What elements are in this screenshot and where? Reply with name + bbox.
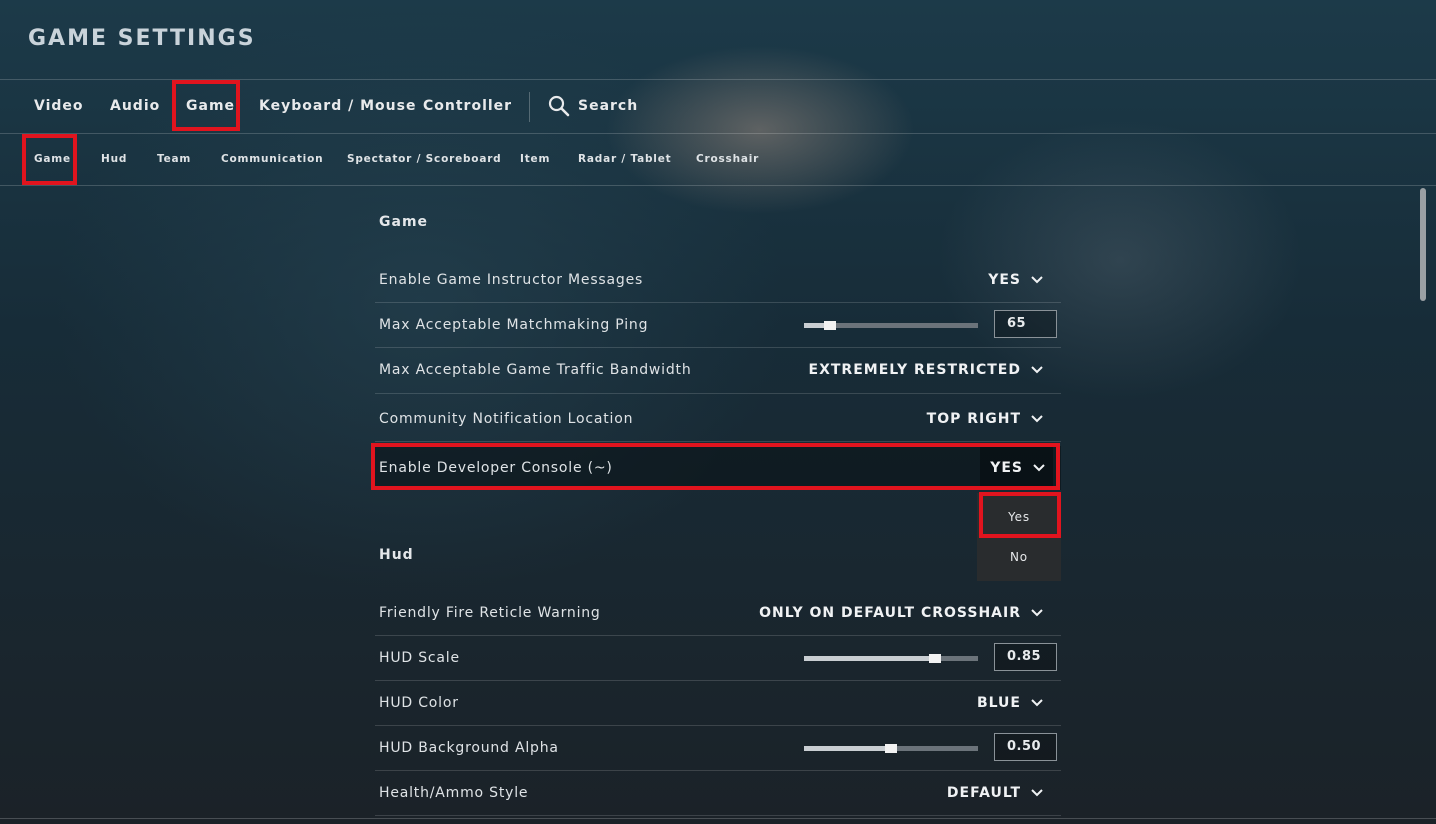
hud-scale-slider[interactable] — [804, 654, 978, 663]
setting-label: Max Acceptable Matchmaking Ping — [379, 317, 649, 333]
dropdown-value: EXTREMELY RESTRICTED — [808, 362, 1021, 378]
tab-audio[interactable]: Audio — [110, 80, 160, 133]
dropdown-value: BLUE — [976, 695, 1021, 711]
scrollbar-thumb[interactable] — [1420, 188, 1426, 301]
setting-row: Friendly Fire Reticle Warning ONLY ON DE… — [375, 591, 1061, 636]
subtab-spectator-scoreboard[interactable]: Spectator / Scoreboard — [347, 133, 502, 185]
dropdown-value: ONLY ON DEFAULT CROSSHAIR — [759, 605, 1021, 621]
tab-keyboard-mouse[interactable]: Keyboard / Mouse — [259, 80, 416, 133]
subtab-team[interactable]: Team — [157, 133, 191, 185]
slider-handle[interactable] — [824, 321, 837, 330]
sub-tab-bar: Game Hud Team Communication Spectator / … — [0, 133, 1436, 186]
subtab-communication[interactable]: Communication — [221, 133, 323, 185]
dropdown-notification-location[interactable]: TOP RIGHT — [927, 397, 1043, 441]
subtab-crosshair[interactable]: Crosshair — [696, 133, 759, 185]
setting-label: HUD Color — [379, 695, 459, 711]
page-title: GAME SETTINGS — [28, 26, 256, 51]
setting-row: HUD Color BLUE — [375, 681, 1061, 726]
hud-background-alpha-slider[interactable] — [804, 744, 978, 753]
setting-row: HUD Background Alpha 0.50 — [375, 726, 1061, 771]
section-title-game: Game — [379, 214, 429, 230]
subtab-item[interactable]: Item — [520, 133, 550, 185]
slider-fill — [804, 746, 891, 751]
setting-label: Enable Game Instructor Messages — [379, 272, 644, 288]
dropdown-value: TOP RIGHT — [926, 411, 1021, 427]
divider — [0, 818, 1436, 819]
search-icon[interactable] — [548, 95, 570, 117]
tab-search[interactable]: Search — [578, 80, 638, 133]
setting-row: HUD Scale 0.85 — [375, 636, 1061, 681]
highlight-box-developer-console — [371, 443, 1060, 490]
dropdown-hud-color[interactable]: BLUE — [977, 681, 1043, 725]
setting-row: Max Acceptable Matchmaking Ping 65 — [375, 303, 1061, 348]
setting-label: Health/Ammo Style — [379, 785, 529, 801]
chevron-down-icon — [1031, 366, 1043, 374]
chevron-down-icon — [1031, 415, 1043, 423]
matchmaking-ping-input[interactable]: 65 — [994, 310, 1057, 338]
setting-label: Community Notification Location — [379, 411, 634, 427]
setting-label: HUD Scale — [379, 650, 460, 666]
slider-handle[interactable] — [885, 744, 897, 753]
setting-row: Health/Ammo Style DEFAULT — [375, 771, 1061, 816]
slider-fill — [804, 656, 935, 661]
highlight-box-game-subtab — [22, 134, 77, 185]
dropdown-value: DEFAULT — [946, 785, 1021, 801]
dropdown-traffic-bandwidth[interactable]: EXTREMELY RESTRICTED — [809, 348, 1043, 392]
chevron-down-icon — [1031, 609, 1043, 617]
setting-row: Community Notification Location TOP RIGH… — [375, 397, 1061, 442]
tab-video[interactable]: Video — [34, 80, 84, 133]
setting-label: HUD Background Alpha — [379, 740, 559, 756]
tab-controller[interactable]: Controller — [423, 80, 512, 133]
hud-background-alpha-input[interactable]: 0.50 — [994, 733, 1057, 761]
matchmaking-ping-slider[interactable] — [804, 321, 978, 330]
section-title-hud: Hud — [379, 547, 414, 563]
tab-divider — [529, 92, 530, 122]
slider-handle[interactable] — [928, 654, 941, 663]
highlight-box-game-tab — [172, 80, 240, 131]
setting-label: Friendly Fire Reticle Warning — [379, 605, 601, 621]
subtab-hud[interactable]: Hud — [101, 133, 127, 185]
hud-scale-input[interactable]: 0.85 — [994, 643, 1057, 671]
dropdown-health-ammo-style[interactable]: DEFAULT — [947, 771, 1043, 815]
highlight-box-yes-option — [979, 492, 1061, 538]
setting-label: Max Acceptable Game Traffic Bandwidth — [379, 362, 692, 378]
dropdown-value: YES — [988, 272, 1021, 288]
subtab-radar-tablet[interactable]: Radar / Tablet — [578, 133, 671, 185]
dropdown-enable-instructor-messages[interactable]: YES — [988, 258, 1043, 302]
chevron-down-icon — [1031, 276, 1043, 284]
dropdown-friendly-fire-warning[interactable]: ONLY ON DEFAULT CROSSHAIR — [759, 591, 1043, 635]
setting-row: Enable Game Instructor Messages YES — [375, 258, 1061, 303]
chevron-down-icon — [1031, 699, 1043, 707]
chevron-down-icon — [1031, 789, 1043, 797]
dropdown-option-no[interactable]: No — [977, 537, 1061, 577]
setting-row: Max Acceptable Game Traffic Bandwidth EX… — [375, 348, 1061, 394]
